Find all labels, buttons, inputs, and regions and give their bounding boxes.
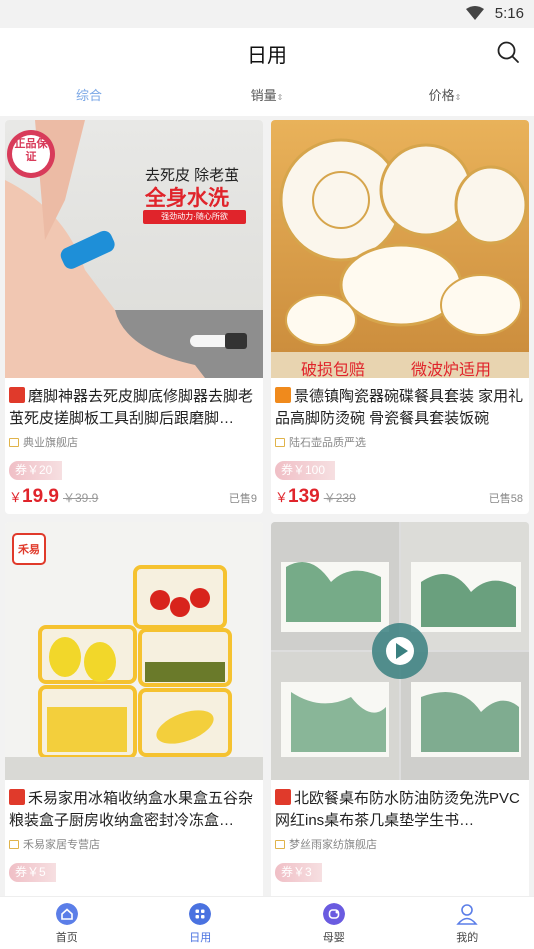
coupon-text: 券￥100 — [281, 463, 326, 477]
tab-home[interactable]: 首页 — [0, 897, 134, 949]
product-name: 景德镇陶瓷器碗碟餐具套装 家用礼品高脚防烫碗 骨瓷餐具套装饭碗 — [275, 388, 524, 427]
sort-tab-label: 综合 — [75, 88, 102, 103]
image-caption: 破损包赔 — [301, 362, 366, 378]
product-grid: 正品保证 去死皮 除老茧 全身水洗 强劲动力·随心所欲 磨脚神器去死皮脚底修脚器… — [0, 120, 534, 896]
product-photo — [5, 522, 263, 780]
price-value: 19.9 — [22, 486, 59, 507]
sort-bar: 综合 销量⇕ 价格⇕ — [0, 76, 534, 116]
price: ￥19.9 — [9, 486, 59, 507]
product-photo — [271, 138, 529, 378]
status-bar: 5:16 — [0, 0, 534, 28]
shop-label: 陆石壶品质严选 — [289, 437, 366, 449]
currency-symbol: ￥ — [275, 490, 289, 505]
shop-icon — [275, 840, 285, 849]
image-headline: 全身水洗 — [145, 187, 229, 210]
currency-symbol: ￥ — [9, 490, 23, 505]
price-row: ￥19.9 ￥39.9 已售9 — [9, 486, 257, 508]
sort-tab-label: 销量 — [250, 88, 277, 103]
shop-name[interactable]: 梦丝雨家纺旗舰店 — [275, 836, 377, 852]
sort-tab-price[interactable]: 价格⇕ — [356, 76, 534, 116]
original-price: ￥39.9 — [63, 491, 99, 505]
tab-label: 首页 — [55, 932, 78, 944]
price-value: 139 — [288, 486, 320, 507]
badge-authentic: 正品保证 — [14, 138, 48, 163]
tab-baby[interactable]: 母婴 — [267, 897, 401, 949]
coupon-badge: 券￥100 — [275, 461, 336, 480]
sold-count: 已售58 — [488, 493, 523, 505]
product-name: 禾易家用冰箱收纳盒水果盒五谷杂粮装盒子厨房收纳盒密封冷冻盒… — [9, 790, 254, 829]
product-card[interactable]: 禾易 禾易家用冰箱收纳盒水果盒五谷杂粮装盒子厨房收纳盒密封冷冻盒… 禾易家居专营… — [5, 522, 263, 896]
header: 日用 — [0, 28, 534, 76]
product-name: 北欧餐桌布防水防油防烫免洗PVC网红ins桌布茶几桌垫学生书… — [275, 790, 520, 829]
sort-arrows-icon: ⇕ — [454, 93, 462, 102]
sold-count: 已售9 — [228, 493, 257, 505]
tmall-tag-icon — [9, 789, 25, 805]
taobao-tag-icon — [275, 387, 291, 403]
sort-tab-comprehensive[interactable]: 综合 — [0, 76, 178, 116]
page-title: 日用 — [247, 45, 287, 67]
shop-label: 梦丝雨家纺旗舰店 — [289, 839, 377, 851]
wifi-icon — [466, 6, 484, 20]
shop-icon — [275, 438, 285, 447]
product-title: 北欧餐桌布防水防油防烫免洗PVC网红ins桌布茶几桌垫学生书… — [275, 788, 525, 832]
shop-name[interactable]: 典业旗舰店 — [9, 434, 78, 450]
status-time: 5:16 — [494, 5, 524, 22]
brand-logo: 禾易 — [18, 544, 40, 556]
product-title: 景德镇陶瓷器碗碟餐具套装 家用礼品高脚防烫碗 骨瓷餐具套装饭碗 — [275, 386, 525, 430]
coupon-text: 券￥20 — [15, 463, 53, 477]
baby-icon — [322, 903, 345, 925]
shop-label: 禾易家居专营店 — [23, 839, 100, 851]
tab-label: 日用 — [189, 932, 212, 944]
product-image — [271, 522, 529, 780]
image-slogan: 强劲动力·随心所欲 — [143, 210, 246, 224]
shop-name[interactable]: 禾易家居专营店 — [9, 836, 100, 852]
product-image: 正品保证 去死皮 除老茧 全身水洗 强劲动力·随心所欲 — [5, 120, 263, 378]
sort-tab-label: 价格 — [428, 88, 455, 103]
sort-arrows-icon: ⇕ — [276, 93, 284, 102]
coupon-badge: 券￥3 — [275, 863, 322, 882]
product-image: 禾易 — [5, 522, 263, 780]
sort-tab-sales[interactable]: 销量⇕ — [178, 76, 356, 116]
tmall-tag-icon — [275, 789, 291, 805]
price: ￥139 — [275, 486, 320, 507]
home-icon — [55, 903, 78, 925]
product-name: 磨脚神器去死皮脚底修脚器去脚老茧死皮搓脚板工具刮脚后跟磨脚… — [9, 388, 254, 427]
grid-icon — [189, 903, 212, 925]
bottom-tab-bar: 首页 日用 母婴 我的 — [0, 896, 534, 949]
tab-profile[interactable]: 我的 — [401, 897, 534, 949]
product-image: 破损包赔 微波炉适用 — [271, 120, 529, 378]
shop-icon — [9, 438, 19, 447]
shop-label: 典业旗舰店 — [23, 437, 78, 449]
tab-daily[interactable]: 日用 — [134, 897, 268, 949]
product-card[interactable]: 正品保证 去死皮 除老茧 全身水洗 强劲动力·随心所欲 磨脚神器去死皮脚底修脚器… — [5, 120, 263, 514]
product-title: 磨脚神器去死皮脚底修脚器去脚老茧死皮搓脚板工具刮脚后跟磨脚… — [9, 386, 259, 430]
image-caption: 微波炉适用 — [411, 362, 492, 378]
tab-label: 母婴 — [322, 932, 345, 944]
product-card[interactable]: 北欧餐桌布防水防油防烫免洗PVC网红ins桌布茶几桌垫学生书… 梦丝雨家纺旗舰店… — [271, 522, 529, 896]
search-icon[interactable] — [496, 40, 520, 64]
price-row: ￥139 ￥239 已售58 — [275, 486, 523, 508]
shop-name[interactable]: 陆石壶品质严选 — [275, 434, 366, 450]
tab-label: 我的 — [456, 932, 479, 944]
coupon-badge: 券￥5 — [9, 863, 56, 882]
original-price: ￥239 — [323, 491, 356, 505]
product-card[interactable]: 破损包赔 微波炉适用 景德镇陶瓷器碗碟餐具套装 家用礼品高脚防烫碗 骨瓷餐具套装… — [271, 120, 529, 514]
user-icon — [456, 904, 478, 925]
coupon-badge: 券￥20 — [9, 461, 63, 480]
tmall-tag-icon — [9, 387, 25, 403]
product-title: 禾易家用冰箱收纳盒水果盒五谷杂粮装盒子厨房收纳盒密封冷冻盒… — [9, 788, 259, 832]
coupon-text: 券￥3 — [281, 865, 312, 879]
play-video-icon[interactable] — [372, 623, 428, 679]
coupon-text: 券￥5 — [15, 865, 46, 879]
shop-icon — [9, 840, 19, 849]
